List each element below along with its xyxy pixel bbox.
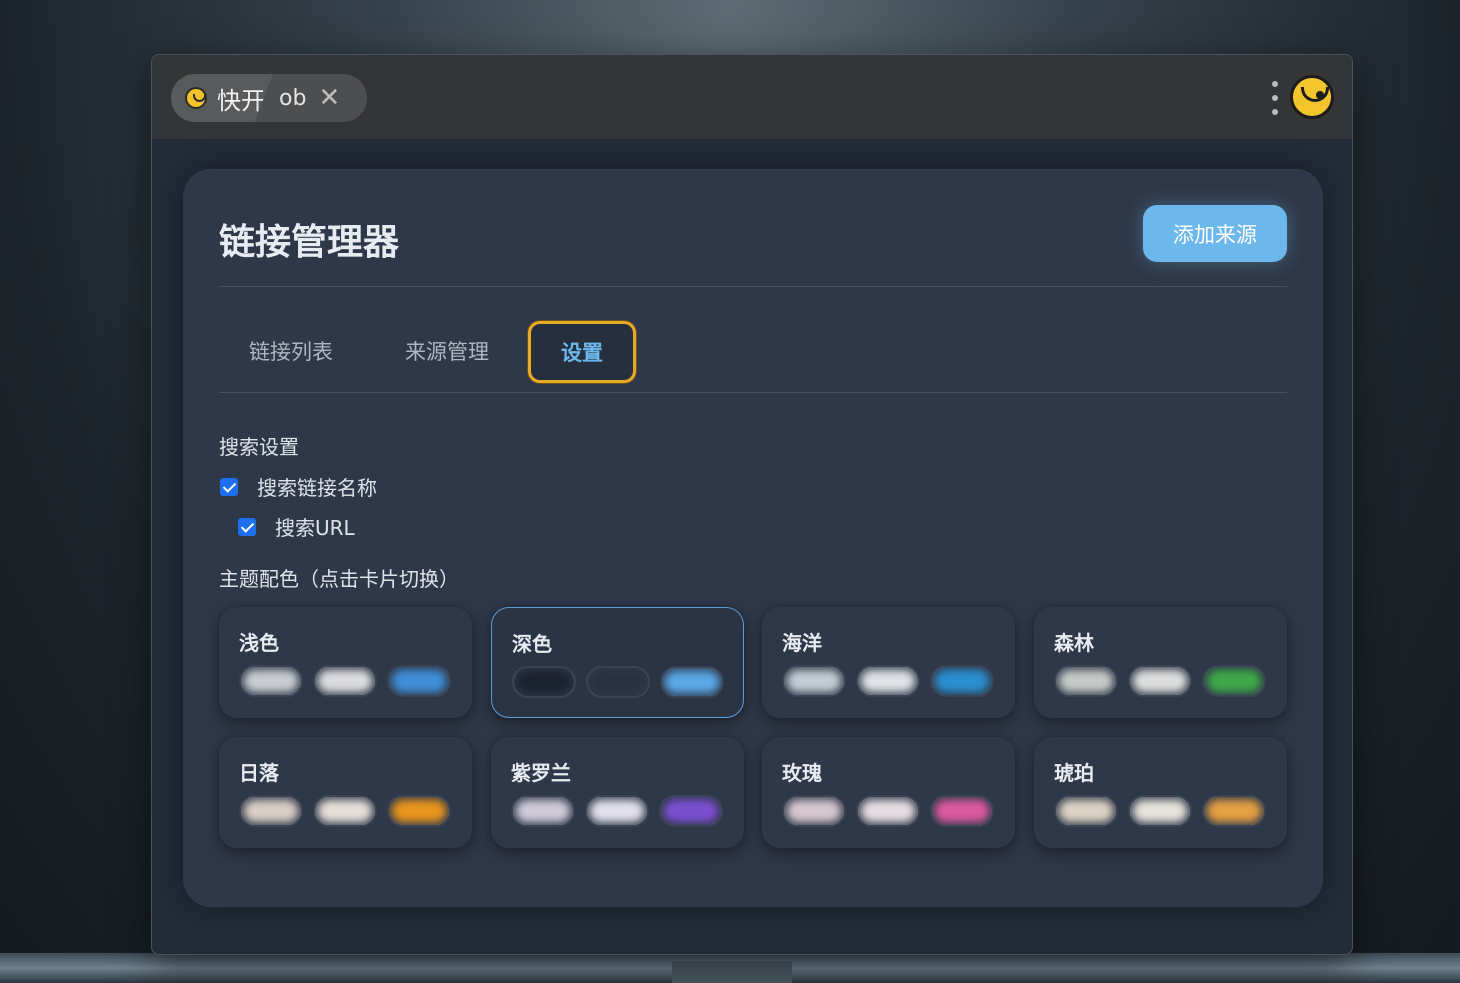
add-source-button[interactable]: 添加来源 xyxy=(1143,205,1287,262)
theme-heading: 主题配色（点击卡片切换） xyxy=(219,567,459,591)
tab-link-list[interactable]: 链接列表 xyxy=(229,321,353,381)
color-swatch xyxy=(239,795,303,827)
theme-card-sunset[interactable]: 日落 xyxy=(219,737,472,848)
app-window: 快开 ob ✕ 链接管理器 添加来源 链接列表 来源管理 设置 搜索设置 搜索链… xyxy=(151,54,1353,955)
theme-name: 紫罗兰 xyxy=(511,761,571,785)
search-url-option: 搜索URL xyxy=(238,512,355,541)
theme-name: 浅色 xyxy=(239,631,279,655)
panel-header: 链接管理器 添加来源 xyxy=(219,169,1287,287)
tab-source-management[interactable]: 来源管理 xyxy=(385,321,509,381)
theme-card-amber[interactable]: 琥珀 xyxy=(1034,737,1287,848)
color-swatch xyxy=(782,665,846,697)
theme-swatches xyxy=(511,795,723,827)
theme-swatches xyxy=(782,665,994,697)
theme-card-rose[interactable]: 玫瑰 xyxy=(762,737,1015,848)
content-area: 链接管理器 添加来源 链接列表 来源管理 设置 搜索设置 搜索链接名称 搜索UR… xyxy=(152,139,1352,954)
color-swatch xyxy=(239,665,303,697)
more-menu-icon[interactable] xyxy=(1270,81,1280,115)
color-swatch xyxy=(782,795,846,827)
color-swatch xyxy=(387,665,451,697)
color-swatch xyxy=(1054,795,1118,827)
color-swatch xyxy=(313,665,377,697)
color-swatch xyxy=(1202,665,1266,697)
color-swatch xyxy=(659,795,723,827)
search-name-option: 搜索链接名称 xyxy=(220,472,377,501)
color-swatch xyxy=(512,666,576,698)
manager-panel: 链接管理器 添加来源 链接列表 来源管理 设置 搜索设置 搜索链接名称 搜索UR… xyxy=(183,169,1323,907)
theme-name: 日落 xyxy=(239,761,279,785)
theme-name: 海洋 xyxy=(782,631,822,655)
theme-swatches xyxy=(512,666,724,698)
tab-bar: 链接列表 来源管理 设置 xyxy=(219,287,1287,393)
color-swatch xyxy=(387,795,451,827)
search-name-label: 搜索链接名称 xyxy=(257,476,377,500)
theme-name: 森林 xyxy=(1054,631,1094,655)
avatar[interactable] xyxy=(1290,75,1334,119)
color-swatch xyxy=(930,665,994,697)
color-swatch xyxy=(1054,665,1118,697)
app-logo-icon xyxy=(185,87,207,109)
color-swatch xyxy=(856,665,920,697)
theme-card-ocean[interactable]: 海洋 xyxy=(762,607,1015,718)
page-title: 链接管理器 xyxy=(219,222,400,263)
color-swatch xyxy=(313,795,377,827)
search-url-label: 搜索URL xyxy=(275,516,355,540)
desktop-background-strip xyxy=(0,953,1460,983)
theme-swatches xyxy=(239,665,451,697)
color-swatch xyxy=(1202,795,1266,827)
theme-name: 玫瑰 xyxy=(782,761,822,785)
theme-swatches xyxy=(239,795,451,827)
search-url-checkbox[interactable] xyxy=(238,517,256,536)
theme-swatches xyxy=(1054,665,1266,697)
close-icon[interactable]: ✕ xyxy=(318,85,340,111)
theme-card-violet[interactable]: 紫罗兰 xyxy=(491,737,744,848)
theme-card-dark[interactable]: 深色 xyxy=(491,607,744,718)
theme-name: 琥珀 xyxy=(1054,761,1094,785)
theme-swatches xyxy=(782,795,994,827)
theme-name: 深色 xyxy=(512,632,552,656)
color-swatch xyxy=(511,795,575,827)
tab-app-name: 快开 xyxy=(217,86,265,115)
theme-card-forest[interactable]: 森林 xyxy=(1034,607,1287,718)
theme-card-light[interactable]: 浅色 xyxy=(219,607,472,718)
tab-path: ob xyxy=(279,85,307,111)
active-tab[interactable]: 快开 ob ✕ xyxy=(171,74,367,122)
search-settings-heading: 搜索设置 xyxy=(219,435,299,459)
search-name-checkbox[interactable] xyxy=(220,477,238,496)
color-swatch xyxy=(856,795,920,827)
color-swatch xyxy=(586,666,650,698)
theme-swatches xyxy=(1054,795,1266,827)
title-bar: 快开 ob ✕ xyxy=(152,55,1352,139)
color-swatch xyxy=(1128,665,1192,697)
color-swatch xyxy=(930,795,994,827)
color-swatch xyxy=(660,666,724,698)
color-swatch xyxy=(585,795,649,827)
tab-app-segment[interactable]: 快开 xyxy=(171,74,273,122)
tab-settings[interactable]: 设置 xyxy=(528,321,636,383)
color-swatch xyxy=(1128,795,1192,827)
